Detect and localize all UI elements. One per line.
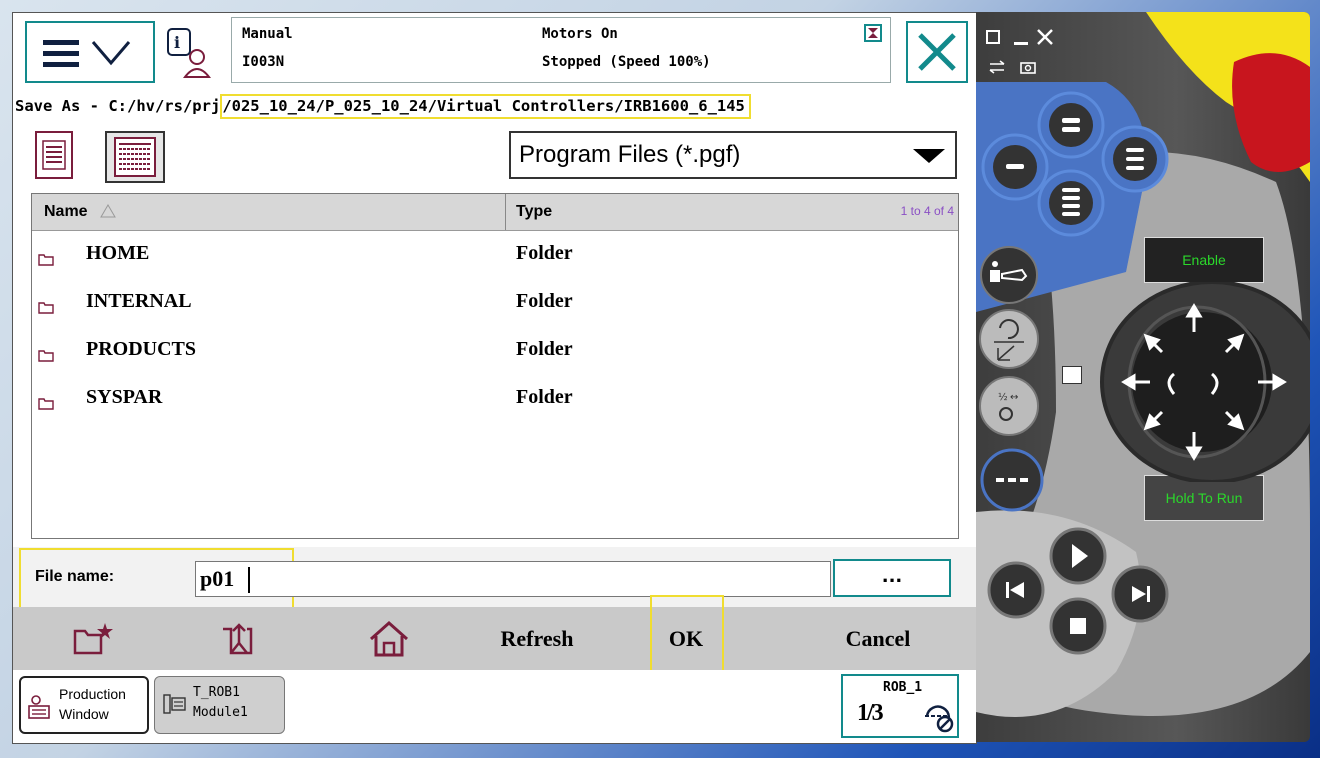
- programmable-key-4[interactable]: [1036, 168, 1106, 238]
- item-type: Folder: [516, 338, 573, 360]
- svg-text:½: ½: [998, 391, 1008, 403]
- refresh-button[interactable]: Refresh: [467, 607, 607, 670]
- minimize-icon[interactable]: [1014, 42, 1028, 45]
- close-icon[interactable]: [1036, 28, 1054, 46]
- production-window-label-2: Window: [59, 706, 109, 722]
- list-view-icon: [42, 140, 66, 170]
- file-name-label: File name:: [35, 568, 115, 585]
- start-button[interactable]: [1048, 526, 1108, 586]
- folder-icon: [38, 302, 54, 314]
- details-view-icon: [114, 137, 156, 177]
- mechanical-unit-label: ROB_1: [883, 680, 923, 695]
- quickset-fraction: 1/3: [857, 700, 884, 726]
- new-folder-icon: [73, 622, 113, 654]
- column-header-type[interactable]: Type: [516, 203, 552, 221]
- item-name: SYSPAR: [86, 386, 163, 408]
- motion-mode-button[interactable]: [978, 306, 1040, 372]
- chevron-down-icon: [913, 149, 945, 163]
- joystick[interactable]: [1062, 280, 1310, 484]
- save-as-path: Save As - C:/hv/rs/prj/025_10_24/P_025_1…: [13, 93, 976, 119]
- file-name-value: p01: [200, 566, 235, 591]
- program-editor-tab[interactable]: T_ROB1 Module1: [154, 676, 285, 734]
- status-panel: Manual I003N Motors On Stopped (Speed 10…: [231, 17, 891, 83]
- program-run-icon: [864, 24, 882, 42]
- home-icon: [370, 620, 408, 656]
- step-forward-button[interactable]: [1110, 564, 1170, 624]
- production-window-icon: [28, 695, 50, 719]
- program-editor-icon: [163, 694, 186, 714]
- select-mechanical-unit-button[interactable]: [978, 244, 1040, 306]
- usb-port-icon: [1062, 366, 1082, 384]
- program-editor-label-2: Module1: [193, 705, 248, 720]
- item-name: INTERNAL: [86, 290, 192, 312]
- list-item[interactable]: INTERNAL Folder: [32, 280, 958, 328]
- column-header-name[interactable]: Name: [44, 203, 88, 221]
- list-header: Name Type 1 to 4 of 4: [32, 194, 958, 231]
- list-item[interactable]: SYSPAR Folder: [32, 376, 958, 424]
- motors-state: Motors On: [542, 26, 618, 42]
- folder-icon: [38, 350, 54, 362]
- file-type-selected: Program Files (*.pgf): [519, 141, 741, 168]
- stop-button[interactable]: [1048, 596, 1108, 656]
- production-window-tab[interactable]: Production Window: [19, 676, 149, 734]
- program-editor-label-1: T_ROB1: [193, 685, 240, 700]
- item-type: Folder: [516, 242, 573, 264]
- top-bar: i Manual I003N Motors On Stopped (Speed …: [13, 13, 976, 91]
- close-icon: [918, 33, 956, 71]
- controller-name: I003N: [242, 54, 285, 70]
- list-item[interactable]: PRODUCTS Folder: [32, 328, 958, 376]
- item-name: HOME: [86, 242, 150, 264]
- item-type: Folder: [516, 290, 573, 312]
- maximize-icon[interactable]: [986, 30, 1000, 44]
- path-prefix: Save As - C:/hv/rs/prj: [15, 97, 221, 115]
- new-folder-button[interactable]: [53, 607, 133, 670]
- list-item[interactable]: HOME Folder: [32, 232, 958, 280]
- step-backward-button[interactable]: [986, 560, 1046, 620]
- up-level-button[interactable]: [199, 607, 279, 670]
- folder-icon: [38, 254, 54, 266]
- flexpendant-hardware: ½ ↔ Enable Hold To Run: [976, 12, 1310, 742]
- event-log-icon[interactable]: i: [163, 23, 221, 81]
- folder-icon: [38, 398, 54, 410]
- file-type-dropdown[interactable]: Program Files (*.pgf): [509, 131, 957, 179]
- flexpendant-screen: i Manual I003N Motors On Stopped (Speed …: [12, 12, 977, 744]
- task-bar: Production Window T_ROB1 Module1 ROB_1 1…: [13, 670, 976, 743]
- main-menu-button[interactable]: [25, 21, 155, 83]
- menu-icon: [43, 40, 131, 67]
- increment-button[interactable]: [980, 448, 1044, 512]
- item-type: Folder: [516, 386, 573, 408]
- list-view-button[interactable]: [35, 131, 73, 179]
- enable-button[interactable]: Enable: [1144, 237, 1264, 283]
- svg-text:i: i: [174, 33, 180, 52]
- operating-mode: Manual: [242, 26, 293, 42]
- cancel-button[interactable]: Cancel: [803, 607, 953, 670]
- quickset-button[interactable]: ROB_1 1/3: [841, 674, 959, 738]
- path-highlighted: /025_10_24/P_025_10_24/Virtual Controlle…: [220, 94, 751, 119]
- increment-off-icon: [925, 705, 954, 733]
- browse-button[interactable]: ...: [833, 559, 951, 597]
- home-button[interactable]: [349, 607, 429, 670]
- item-name: PRODUCTS: [86, 338, 197, 360]
- up-folder-icon: [223, 622, 253, 654]
- command-bar: Refresh OK Cancel: [13, 595, 976, 685]
- column-divider: [505, 194, 506, 230]
- joystick-arrows-icon: [1100, 280, 1310, 484]
- file-list: Name Type 1 to 4 of 4 HOME Folder INTERN…: [31, 193, 959, 539]
- text-cursor: [248, 567, 250, 593]
- swap-icon[interactable]: [988, 60, 1006, 74]
- item-count: 1 to 4 of 4: [900, 204, 954, 218]
- program-state: Stopped (Speed 100%): [542, 54, 711, 70]
- screenshot-icon[interactable]: [1020, 60, 1036, 74]
- close-button[interactable]: [906, 21, 968, 83]
- file-name-input[interactable]: p01: [195, 561, 831, 597]
- axis-toggle-button[interactable]: ½ ↔: [978, 374, 1040, 438]
- sort-ascending-icon: [100, 204, 116, 218]
- production-window-label-1: Production: [59, 686, 126, 702]
- svg-text:↔: ↔: [1010, 392, 1018, 403]
- programmable-key-3[interactable]: [1100, 124, 1170, 194]
- details-view-button[interactable]: [105, 131, 165, 183]
